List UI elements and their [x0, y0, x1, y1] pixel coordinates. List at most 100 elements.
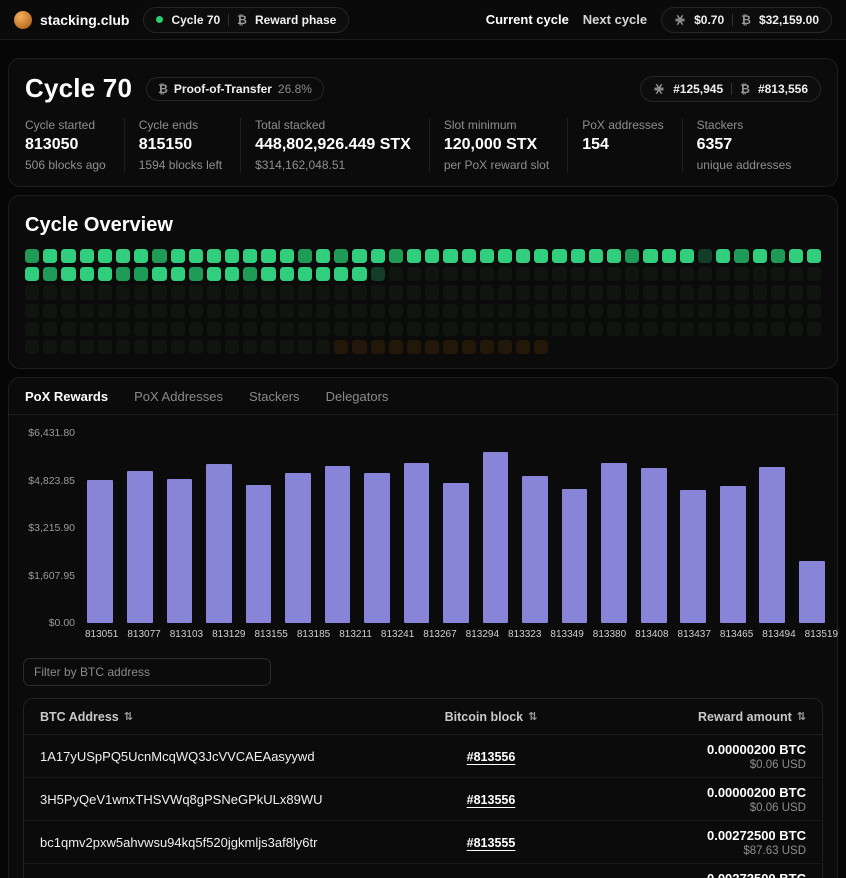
reward-bar[interactable] [759, 467, 785, 623]
block-cell[interactable] [462, 304, 476, 318]
block-cell[interactable] [680, 304, 694, 318]
block-cell[interactable] [771, 304, 785, 318]
block-cell[interactable] [25, 322, 39, 336]
block-cell[interactable] [425, 267, 439, 281]
nav-current-cycle[interactable]: Current cycle [486, 12, 569, 27]
block-cell[interactable] [389, 249, 403, 263]
block-cell[interactable] [807, 267, 821, 281]
block-cell[interactable] [571, 267, 585, 281]
block-cell[interactable] [443, 249, 457, 263]
block-cell[interactable] [516, 267, 530, 281]
block-cell[interactable] [643, 249, 657, 263]
block-cell[interactable] [43, 249, 57, 263]
block-cell[interactable] [753, 285, 767, 299]
block-cell[interactable] [25, 267, 39, 281]
block-cell[interactable] [534, 304, 548, 318]
block-cell[interactable] [625, 322, 639, 336]
block-cell[interactable] [571, 285, 585, 299]
block-cell[interactable] [261, 267, 275, 281]
block-cell[interactable] [680, 285, 694, 299]
block-cell[interactable] [643, 322, 657, 336]
block-cell[interactable] [134, 249, 148, 263]
block-cell[interactable] [534, 322, 548, 336]
block-cell[interactable] [425, 304, 439, 318]
block-cell[interactable] [243, 249, 257, 263]
block-cell[interactable] [498, 285, 512, 299]
reward-bar[interactable] [641, 468, 667, 623]
block-cell[interactable] [280, 249, 294, 263]
block-cell[interactable] [98, 285, 112, 299]
block-cell[interactable] [552, 322, 566, 336]
block-cell[interactable] [480, 249, 494, 263]
block-cell[interactable] [80, 322, 94, 336]
block-cell[interactable] [734, 285, 748, 299]
block-cell[interactable] [61, 322, 75, 336]
block-cell[interactable] [334, 322, 348, 336]
block-cell[interactable] [334, 267, 348, 281]
block-cell[interactable] [462, 249, 476, 263]
block-cell[interactable] [225, 267, 239, 281]
block-cell[interactable] [552, 267, 566, 281]
block-cell[interactable] [389, 322, 403, 336]
block-cell[interactable] [25, 304, 39, 318]
reward-bar[interactable] [285, 473, 311, 623]
block-cell[interactable] [589, 267, 603, 281]
block-cell[interactable] [98, 322, 112, 336]
nav-next-cycle[interactable]: Next cycle [583, 12, 647, 27]
block-cell[interactable] [516, 322, 530, 336]
reward-bar[interactable] [167, 479, 193, 623]
block-cell[interactable] [171, 304, 185, 318]
block-cell[interactable] [280, 267, 294, 281]
block-cell[interactable] [171, 267, 185, 281]
block-cell[interactable] [280, 322, 294, 336]
block-cell[interactable] [80, 340, 94, 354]
reward-bar[interactable] [562, 489, 588, 623]
block-cell[interactable] [716, 249, 730, 263]
block-cell[interactable] [171, 285, 185, 299]
block-cell[interactable] [298, 267, 312, 281]
block-cell[interactable] [298, 249, 312, 263]
block-cell[interactable] [371, 304, 385, 318]
block-cell[interactable] [425, 340, 439, 354]
block-cell[interactable] [61, 285, 75, 299]
block-cell[interactable] [352, 322, 366, 336]
block-cell[interactable] [316, 249, 330, 263]
block-cell[interactable] [189, 285, 203, 299]
block-cell[interactable] [298, 304, 312, 318]
block-cell[interactable] [462, 285, 476, 299]
sort-icon[interactable]: ⇅ [528, 710, 537, 723]
reward-bar[interactable] [443, 483, 469, 623]
block-cell[interactable] [80, 285, 94, 299]
block-cell[interactable] [189, 249, 203, 263]
block-cell[interactable] [443, 322, 457, 336]
block-cell[interactable] [243, 267, 257, 281]
block-cell[interactable] [443, 285, 457, 299]
block-cell[interactable] [352, 304, 366, 318]
reward-bar[interactable] [325, 466, 351, 623]
block-cell[interactable] [498, 304, 512, 318]
block-cell[interactable] [207, 340, 221, 354]
block-cell[interactable] [607, 285, 621, 299]
tab-delegators[interactable]: Delegators [326, 378, 389, 414]
block-cell[interactable] [371, 267, 385, 281]
block-cell[interactable] [607, 304, 621, 318]
brand[interactable]: stacking.club [14, 11, 129, 29]
block-cell[interactable] [498, 249, 512, 263]
block-cell[interactable] [352, 285, 366, 299]
block-cell[interactable] [207, 304, 221, 318]
block-cell[interactable] [80, 249, 94, 263]
block-cell[interactable] [43, 322, 57, 336]
tab-pox-rewards[interactable]: PoX Rewards [25, 378, 108, 414]
block-cell[interactable] [207, 285, 221, 299]
block-cell[interactable] [753, 267, 767, 281]
block-cell[interactable] [152, 267, 166, 281]
block-cell[interactable] [371, 322, 385, 336]
block-cell[interactable] [389, 285, 403, 299]
block-cell[interactable] [152, 285, 166, 299]
block-cell[interactable] [152, 340, 166, 354]
block-cell[interactable] [152, 249, 166, 263]
block-cell[interactable] [134, 340, 148, 354]
block-cell[interactable] [625, 249, 639, 263]
block-cell[interactable] [716, 285, 730, 299]
block-cell[interactable] [480, 322, 494, 336]
